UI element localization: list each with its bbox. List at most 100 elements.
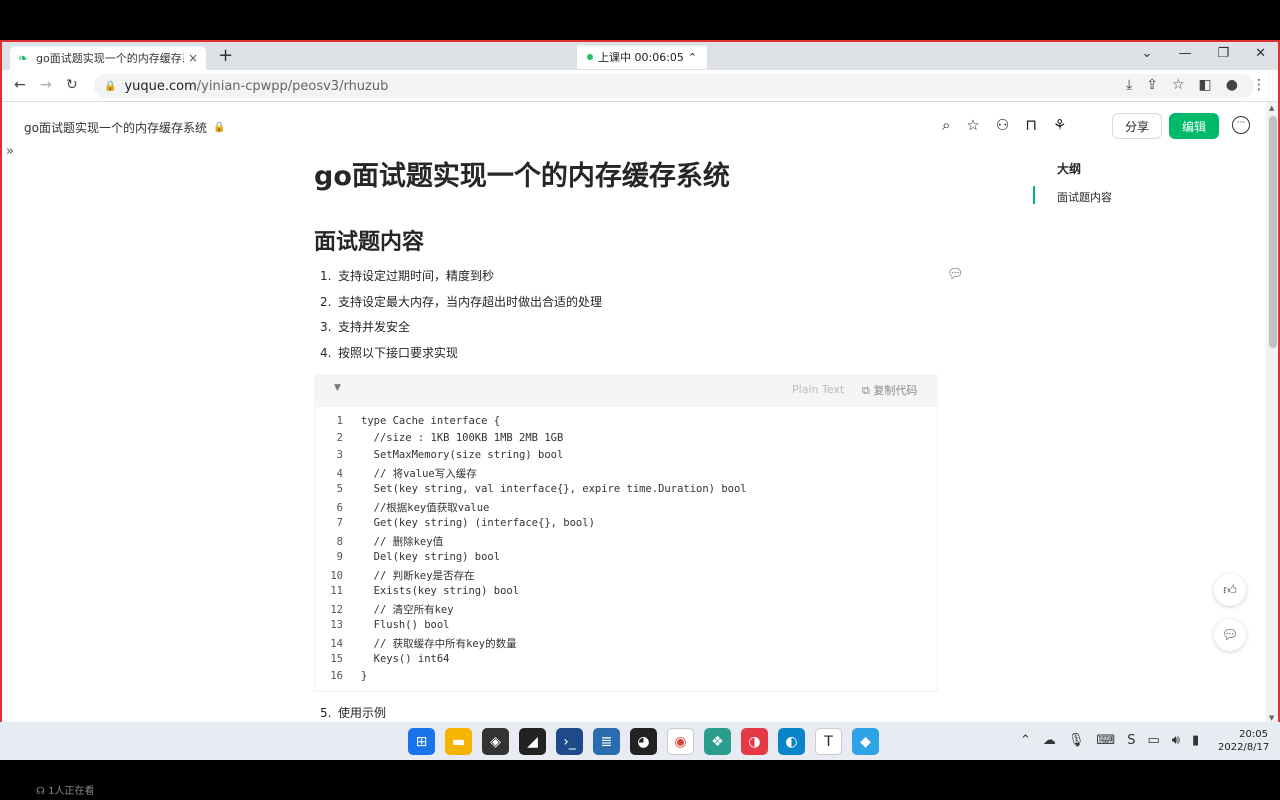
line-number: 7 [336,517,343,529]
notepad-icon[interactable]: ≣ [593,728,620,755]
input-method-icon[interactable]: ⌨ [1096,733,1115,748]
bookmark-star-icon[interactable]: ☆ [1172,77,1185,93]
list-item: 3. 支持并发安全 [320,320,411,334]
install-app-icon[interactable]: ⤓ [1126,77,1132,93]
code-text: Exists(key string) bool [361,585,520,597]
copy-icon: ⧉ [862,384,870,397]
present-icon[interactable]: ⊓ [1025,116,1037,134]
restore-button[interactable]: ❐ [1217,46,1229,61]
copy-code-button[interactable]: ⧉ 复制代码 [862,382,917,398]
outline-title: 大纲 [1057,162,1082,176]
more-options-icon[interactable]: ··· [1232,116,1250,134]
share-button[interactable]: 分享 [1112,113,1162,139]
typora-icon[interactable]: T [815,728,842,755]
code-text: // 清空所有key [361,604,454,616]
taskbar: ⊞ ▬ ◈ ◢ ›_ ≣ ◕ ◉ ❖ ◑ ◐ T ◆ ⌃ ☁ 🎙︎ ⌨ S ▭ … [0,722,1280,760]
add-collaborator-icon[interactable]: ⚇ [996,116,1009,134]
search-icon[interactable]: ⌕ [942,116,950,134]
url-input[interactable]: 🔒 yuque.com/yinian-cpwpp/peosv3/rhuzub [94,74,1254,98]
app-icon[interactable]: ◑ [741,728,768,755]
scroll-down-icon[interactable]: ▼ [1269,714,1274,722]
page-title: go面试题实现一个的内存缓存系统 [314,161,730,192]
code-body[interactable]: 1 type Cache interface {2 //size : 1KB 10… [314,406,938,692]
breadcrumb[interactable]: go面试题实现一个的内存缓存系统 🔒 [24,119,225,136]
file-explorer-icon[interactable]: ▬ [445,728,472,755]
forward-arrow-icon[interactable]: → [40,77,52,93]
tab-search-icon[interactable]: ⌄ [1142,46,1153,61]
edge-icon[interactable]: ◐ [778,728,805,755]
display-icon[interactable]: ▭ [1147,733,1159,748]
battery-icon[interactable]: ▮ [1192,733,1199,748]
taskbar-apps: ⊞ ▬ ◈ ◢ ›_ ≣ ◕ ◉ ❖ ◑ ◐ T ◆ [408,728,879,755]
expand-sidebar-icon[interactable]: » [6,144,14,159]
code-line: 6 //根据key值获取value [315,500,490,517]
share-page-icon[interactable]: ⇪ [1146,77,1158,93]
volume-icon[interactable]: 🔊︎ [1172,733,1180,748]
code-line: 7 Get(key string) (interface{}, bool) [315,517,595,534]
reload-icon[interactable]: ↻ [66,77,78,93]
code-line: 4 // 将value写入缓存 [315,466,477,483]
line-number: 10 [330,570,343,582]
sidebar-icon[interactable]: ◧ [1199,77,1212,93]
code-line: 2 //size : 1KB 100KB 1MB 2MB 1GB [315,432,564,449]
minimize-button[interactable]: — [1178,46,1191,61]
back-arrow-icon[interactable]: ← [14,77,26,93]
code-text: Del(key string) bool [361,551,501,563]
menu-kebab-icon[interactable]: ⋮ [1252,77,1266,93]
comment-button[interactable]: 💬︎ [1214,619,1246,651]
app-icon[interactable]: ◆ [852,728,879,755]
profile-avatar-icon[interactable]: ● [1226,77,1238,93]
browser-window: ❧ go面试题实现一个的内存缓存系 × + 上课中 00:06:05 ⌃ ⌄ —… [0,40,1280,722]
clock[interactable]: 20:05 2022/8/17 [1218,728,1269,754]
star-icon[interactable]: ☆ [966,116,979,134]
outline-active-indicator [1033,186,1035,204]
code-line: 15 Keys() int64 [315,653,449,670]
like-button[interactable]: 👍︎ [1214,574,1246,606]
list-item: 4. 按照以下接口要求实现 [320,345,459,360]
tab-close-icon[interactable]: × [188,51,198,65]
browser-tab-active[interactable]: ❧ go面试题实现一个的内存缓存系 × [10,46,206,70]
collapse-code-icon[interactable]: ▼ [334,383,341,393]
comment-icon[interactable]: 💬︎ [947,267,964,282]
cloud-icon[interactable]: ☁ [1043,733,1056,748]
line-number: 2 [336,432,343,444]
chevron-up-icon[interactable]: ⌃ [1020,733,1031,748]
chevron-up-icon[interactable]: ⌃ [688,51,697,64]
outline-item[interactable]: 面试题内容 [1057,189,1112,205]
code-language[interactable]: Plain Text [792,383,844,396]
edit-button[interactable]: 编辑 [1169,113,1219,139]
scroll-up-icon[interactable]: ▲ [1269,104,1274,112]
close-window-button[interactable]: ✕ [1255,46,1266,61]
chrome-icon[interactable]: ◉ [667,728,694,755]
code-line: 3 SetMaxMemory(size string) bool [315,449,564,466]
address-bar: ← → ↻ 🔒 yuque.com/yinian-cpwpp/peosv3/rh… [2,70,1278,102]
code-text: SetMaxMemory(size string) bool [361,449,564,461]
scrollbar[interactable]: ▲ ▼ [1266,102,1278,722]
code-toolbar: ▼ Plain Text ⧉ 复制代码 [314,374,938,406]
notes-app-icon[interactable]: ◢ [519,728,546,755]
section-heading: 面试题内容 [314,230,425,255]
code-text: Flush() bool [361,619,450,631]
tab-title: go面试题实现一个的内存缓存系 [36,52,184,65]
structure-icon[interactable]: ⚘ [1053,116,1066,134]
scrollbar-thumb[interactable] [1269,116,1277,348]
requirements-list: 1. 支持设定过期时间，精度到秒 2. 支持设定最大内存，当内存超出时做出合适的处理… [320,266,602,368]
app-icon[interactable]: ◈ [482,728,509,755]
terminal-icon[interactable]: ›_ [556,728,583,755]
microphone-icon[interactable]: 🎙︎ [1068,733,1085,748]
code-line: 8 // 删除key值 [315,534,443,551]
windows-start-icon[interactable]: ⊞ [408,728,435,755]
sogou-icon[interactable]: S [1127,733,1135,748]
code-text: //size : 1KB 100KB 1MB 2MB 1GB [361,432,564,444]
line-number: 15 [330,653,343,665]
list-item: 2. 支持设定最大内存，当内存超出时做出合适的处理 [320,294,603,309]
code-line: 11 Exists(key string) bool [315,585,519,602]
qq-icon[interactable]: ◕ [630,728,657,755]
recording-indicator[interactable]: 上课中 00:06:05 ⌃ [576,44,708,70]
code-text: //根据key值获取value [361,502,490,514]
app-icon[interactable]: ❖ [704,728,731,755]
lock-icon: 🔒 [212,122,226,133]
line-number: 16 [330,670,343,682]
line-number: 12 [330,604,343,616]
new-tab-button[interactable]: + [218,46,233,66]
